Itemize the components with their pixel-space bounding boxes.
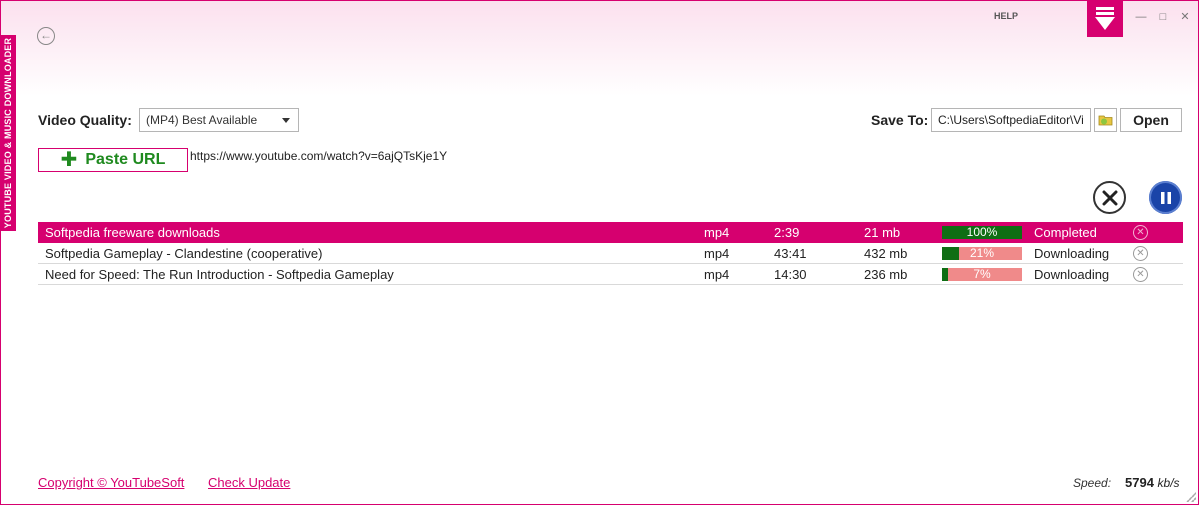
download-progress-bar: 100%: [942, 226, 1022, 239]
pause-icon: [1160, 191, 1171, 204]
side-title: YOUTUBE VIDEO & MUSIC DOWNLOADER: [3, 37, 14, 229]
maximize-button[interactable]: □: [1153, 9, 1173, 25]
download-duration: 14:30: [774, 267, 807, 282]
download-progress-bar: 21%: [942, 247, 1022, 260]
download-format: mp4: [704, 246, 730, 261]
download-size: 432 mb: [864, 246, 908, 261]
folder-icon: [1098, 115, 1112, 126]
download-row[interactable]: Softpedia freeware downloads mp4 2:39 21…: [38, 222, 1183, 243]
download-duration: 2:39: [774, 225, 800, 240]
side-title-strip: YOUTUBE VIDEO & MUSIC DOWNLOADER: [1, 35, 16, 231]
download-format: mp4: [704, 225, 730, 240]
download-duration: 43:41: [774, 246, 807, 261]
close-window-button[interactable]: ✕: [1175, 9, 1195, 25]
speed-readout: 5794 kb/s: [1125, 475, 1180, 490]
open-folder-button[interactable]: Open: [1120, 108, 1182, 132]
progress-percent: 100%: [966, 226, 998, 239]
download-arrow-icon: [1087, 1, 1123, 37]
download-progress-bar: 7%: [942, 268, 1022, 281]
plus-icon: ✚: [60, 149, 78, 171]
paste-url-button[interactable]: ✚ Paste URL: [38, 148, 188, 172]
download-size: 236 mb: [864, 267, 908, 282]
downloads-list: Softpedia freeware downloads mp4 2:39 21…: [38, 222, 1183, 285]
download-title: Softpedia Gameplay - Clandestine (cooper…: [45, 246, 323, 261]
paste-url-label: Paste URL: [85, 151, 166, 168]
cancel-all-button[interactable]: [1093, 181, 1126, 214]
download-title: Softpedia freeware downloads: [45, 225, 220, 240]
download-size: 21 mb: [864, 225, 901, 240]
download-title: Need for Speed: The Run Introduction - S…: [45, 267, 394, 282]
close-icon: [1102, 190, 1117, 205]
url-text: https://www.youtube.com/watch?v=6ajQTsKj…: [190, 149, 448, 163]
window-controls: — □ ✕: [1131, 9, 1195, 25]
app-window: YOUTUBE VIDEO & MUSIC DOWNLOADER ← HELP …: [0, 0, 1199, 505]
progress-percent: 21%: [969, 247, 995, 260]
download-format: mp4: [704, 267, 730, 282]
download-status: Completed: [1034, 225, 1097, 240]
progress-percent: 7%: [973, 268, 991, 281]
pause-all-button[interactable]: [1149, 181, 1182, 214]
speed-value: 5794: [1125, 475, 1154, 490]
video-quality-label: Video Quality:: [38, 112, 132, 128]
speed-unit: kb/s: [1157, 476, 1180, 490]
download-status: Downloading: [1034, 246, 1110, 261]
back-arrow-icon[interactable]: ←: [37, 27, 55, 45]
download-row[interactable]: Softpedia Gameplay - Clandestine (cooper…: [38, 243, 1183, 264]
download-row[interactable]: Need for Speed: The Run Introduction - S…: [38, 264, 1183, 285]
remove-download-icon[interactable]: ✕: [1133, 267, 1148, 282]
remove-download-icon[interactable]: ✕: [1133, 225, 1148, 240]
speed-label: Speed:: [1073, 476, 1112, 490]
remove-download-icon[interactable]: ✕: [1133, 246, 1148, 261]
chevron-down-icon: [282, 118, 290, 123]
save-path-field[interactable]: C:\Users\SoftpediaEditor\Vi: [931, 108, 1091, 132]
video-quality-value: (MP4) Best Available: [146, 113, 258, 127]
browse-folder-button[interactable]: [1094, 108, 1117, 132]
save-to-label: Save To:: [871, 112, 929, 128]
minimize-button[interactable]: —: [1131, 9, 1151, 25]
video-quality-select[interactable]: (MP4) Best Available: [139, 108, 299, 132]
help-link[interactable]: HELP: [994, 11, 1018, 21]
copyright-link[interactable]: Copyright © YouTubeSoft: [38, 475, 184, 490]
check-update-link[interactable]: Check Update: [208, 475, 290, 490]
resize-grip[interactable]: [1186, 492, 1196, 502]
download-status: Downloading: [1034, 267, 1110, 282]
